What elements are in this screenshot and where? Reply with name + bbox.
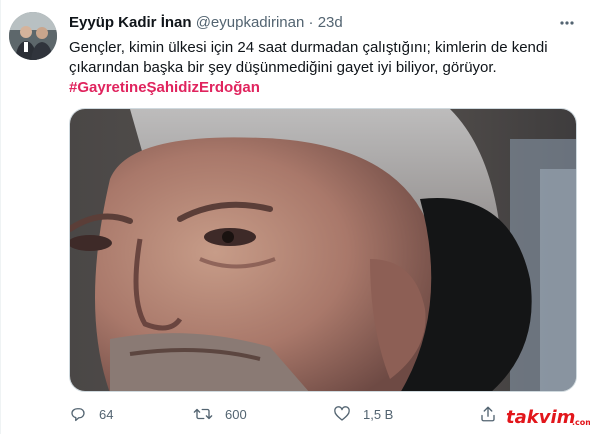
hashtag-link[interactable]: #GayretineŞahidizErdoğan [69,78,260,98]
svg-text:.com: .com [572,418,590,427]
more-button[interactable] [554,12,580,34]
share-icon [481,406,495,422]
tweet[interactable]: Eyyüp Kadir İnan @eyupkadirinan · 23d Ge… [0,0,594,434]
handle[interactable]: @eyupkadirinan [196,14,305,31]
svg-text:takvim: takvim [506,407,575,428]
retweet-button[interactable]: 600 [193,402,247,426]
takvim-logo-icon: takvim .com [502,406,590,428]
display-name[interactable]: Eyyüp Kadir İnan [69,14,192,31]
tweet-media-image[interactable] [69,108,577,392]
reply-button[interactable]: 64 [69,402,113,426]
more-icon [560,21,574,25]
reply-icon [71,408,85,422]
tweet-text: Gençler, kimin ülkesi için 24 saat durma… [69,39,548,76]
reply-count: 64 [99,406,114,422]
takvim-watermark: takvim .com [502,404,590,430]
separator: · [308,14,314,31]
retweet-icon [193,408,213,420]
tweet-header: Eyyüp Kadir İnan @eyupkadirinan · 23d [69,13,343,33]
retweet-count: 600 [225,406,247,422]
like-icon [334,406,350,421]
like-button[interactable]: 1,5 B [333,402,393,426]
timestamp[interactable]: 23d [318,14,343,31]
action-bar: 64 600 1,5 B [69,402,519,426]
portrait-photo [70,109,576,391]
avatar[interactable] [9,12,57,60]
like-count: 1,5 B [363,406,394,422]
